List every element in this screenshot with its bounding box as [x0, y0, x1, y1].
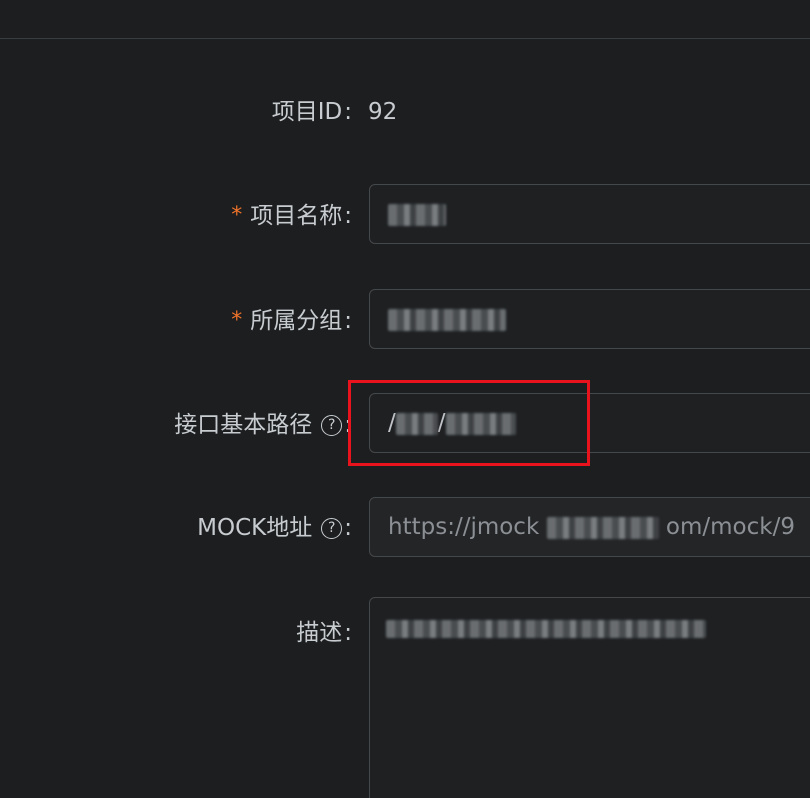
group-select[interactable]: [369, 289, 810, 349]
redacted-text: [546, 516, 659, 539]
redacted-text: [386, 620, 706, 638]
project-id-label: 项目ID:: [271, 99, 352, 125]
project-name-input[interactable]: [369, 184, 810, 244]
help-icon[interactable]: ?: [321, 414, 343, 436]
redacted-text: [388, 308, 506, 331]
required-mark: *: [231, 203, 243, 228]
project-settings-page: 项目ID: 92 * 项目名称: * 所属分组: 接口基本路径 ? : / / M…: [0, 0, 810, 798]
base-path-label: 接口基本路径 ? :: [174, 412, 352, 438]
annotation-highlight-box: [348, 380, 590, 466]
description-label: 描述:: [296, 620, 352, 646]
redacted-text: [388, 203, 446, 226]
top-divider: [0, 0, 810, 39]
help-icon[interactable]: ?: [321, 517, 343, 539]
description-textarea[interactable]: [369, 597, 810, 798]
project-id-value: 92: [368, 99, 398, 125]
group-label: * 所属分组:: [231, 308, 352, 334]
mock-url-input[interactable]: https://jmock om/mock/9: [369, 497, 810, 557]
required-mark: *: [231, 308, 243, 333]
project-name-label: * 项目名称:: [231, 203, 352, 229]
mock-url-label: MOCK地址 ? :: [197, 515, 352, 541]
